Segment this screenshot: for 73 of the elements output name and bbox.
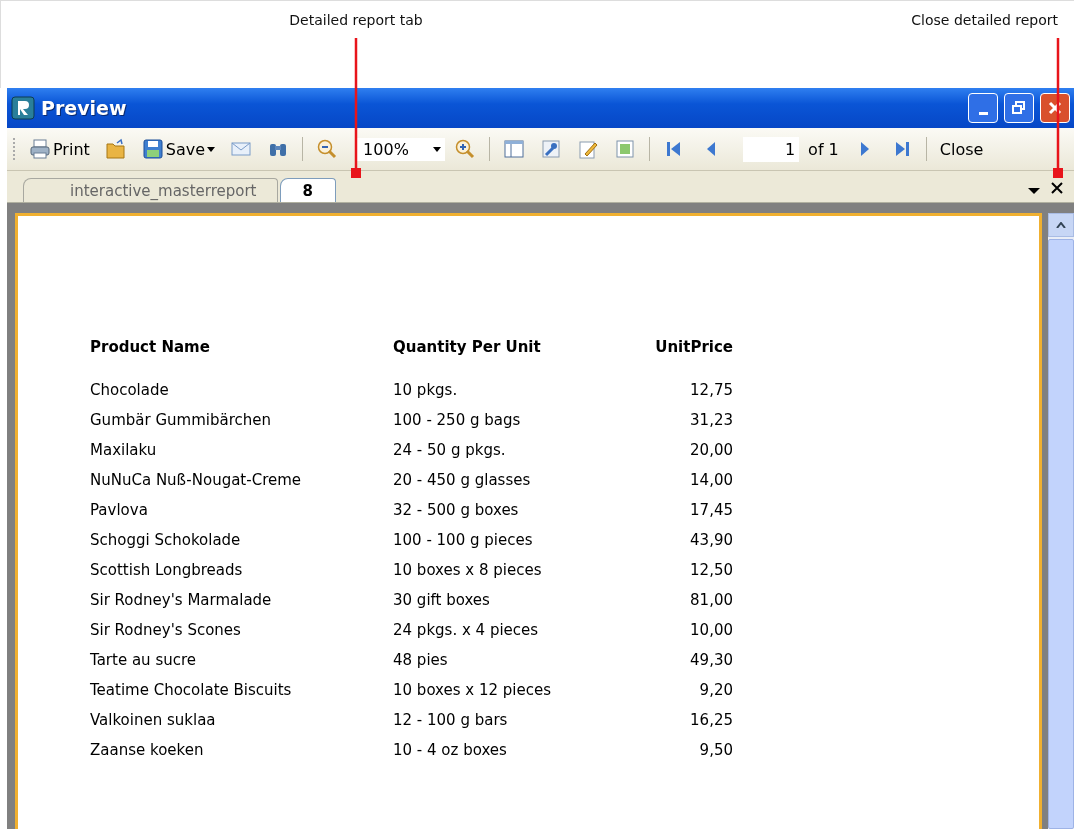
table-cell-text: 24 - 50 g pkgs. (393, 440, 507, 460)
panel-icon (503, 138, 526, 160)
table-cell-text: Maxilaku (90, 440, 158, 460)
zoom-dropdown[interactable]: 100% (355, 137, 446, 161)
column-header: UnitPrice (654, 338, 733, 356)
table-cell-text: 10 pkgs. (393, 380, 459, 400)
pencil-icon (577, 138, 600, 160)
page-number-field[interactable]: 1 (743, 136, 800, 162)
zoom-in-icon (454, 138, 477, 160)
callout-label: Close detailed report (911, 12, 1058, 28)
close-tab-icon[interactable] (1050, 181, 1064, 195)
column-header: Product Name (90, 338, 211, 356)
table-cell-text: 17,45 (689, 500, 733, 520)
dropdown-caret-icon[interactable] (1028, 187, 1040, 195)
table-cell-text: 24 pkgs. x 4 pieces (393, 620, 540, 640)
table-cell-text: 10 boxes x 8 pieces (393, 560, 543, 580)
report-tab[interactable]: interactive_masterreport (23, 178, 278, 202)
table-cell-text: Zaanse koeken (90, 740, 205, 760)
restore-icon (1012, 101, 1026, 115)
close-icon (1048, 101, 1062, 115)
restore-button[interactable] (1004, 93, 1034, 123)
table-cell-text: 12 - 100 g bars (393, 710, 509, 730)
table-cell-text: 20 - 450 g glasses (393, 470, 532, 490)
table-cell-text: Pavlova (90, 500, 149, 520)
zoom-out-icon (316, 138, 339, 160)
close-preview-button[interactable]: Close (933, 137, 990, 161)
table-cell-text: 10 boxes x 12 pieces (393, 680, 553, 700)
table-cell-text: 31,23 (689, 410, 733, 430)
table-cell-text: 9,20 (698, 680, 733, 700)
minimize-icon (978, 111, 988, 115)
folder-icon (104, 138, 127, 160)
report-tab[interactable]: 8 (279, 178, 336, 202)
callout-label: Detailed report tab (289, 12, 423, 28)
table-cell-text: 12,75 (689, 380, 733, 400)
table-cell-text: Tarte au sucre (90, 650, 198, 670)
table-cell-text: 100 - 250 g bags (393, 410, 522, 430)
table-cell-text: 20,00 (689, 440, 733, 460)
table-cell-text: Sir Rodney's Marmalade (90, 590, 273, 610)
table-cell-text: Chocolade (90, 380, 170, 400)
table-cell-text: Teatime Chocolate Biscuits (90, 680, 293, 700)
table-cell-text: 14,00 (689, 470, 733, 490)
save-button[interactable]: Save (135, 136, 222, 162)
caret-icon (207, 146, 216, 152)
table-cell-text: 32 - 500 g boxes (393, 500, 520, 520)
scroll-up-icon[interactable] (1056, 222, 1066, 228)
scrollbar[interactable] (1048, 213, 1074, 829)
table-cell-text: 30 gift boxes (393, 590, 491, 610)
close-button[interactable] (1040, 93, 1070, 123)
table-cell-text: 16,25 (689, 710, 733, 730)
column-header: Quantity Per Unit (393, 338, 542, 356)
caret-icon (433, 146, 442, 152)
table-cell-text: Scottish Longbreads (90, 560, 244, 580)
table-cell-text: 43,90 (689, 530, 733, 550)
table-cell-text: 81,00 (689, 590, 733, 610)
printer-icon (29, 138, 51, 160)
page-count: of 1 (808, 139, 839, 159)
table-cell-text: 9,50 (698, 740, 733, 760)
table-cell-text: 49,30 (689, 650, 733, 670)
print-button[interactable]: Print (23, 136, 96, 162)
table-cell-text: Gumbär Gummibärchen (90, 410, 272, 430)
window-title: Preview (41, 97, 127, 119)
picture-icon (614, 138, 637, 160)
table-cell-text: Schoggi Schokolade (90, 530, 242, 550)
table-cell-text: 10 - 4 oz boxes (393, 740, 508, 760)
app-logo-icon (11, 96, 35, 120)
table-cell-text: Valkoinen suklaa (90, 710, 217, 730)
table-cell-text: 48 pies (393, 650, 449, 670)
minimize-button[interactable] (968, 93, 998, 123)
table-cell-text: NuNuCa Nuß-Nougat-Creme (90, 470, 303, 490)
table-cell-text: Sir Rodney's Scones (90, 620, 242, 640)
table-cell-text: 100 - 100 g pieces (393, 530, 534, 550)
table-cell-text: 10,00 (689, 620, 733, 640)
table-cell-text: 12,50 (689, 560, 733, 580)
